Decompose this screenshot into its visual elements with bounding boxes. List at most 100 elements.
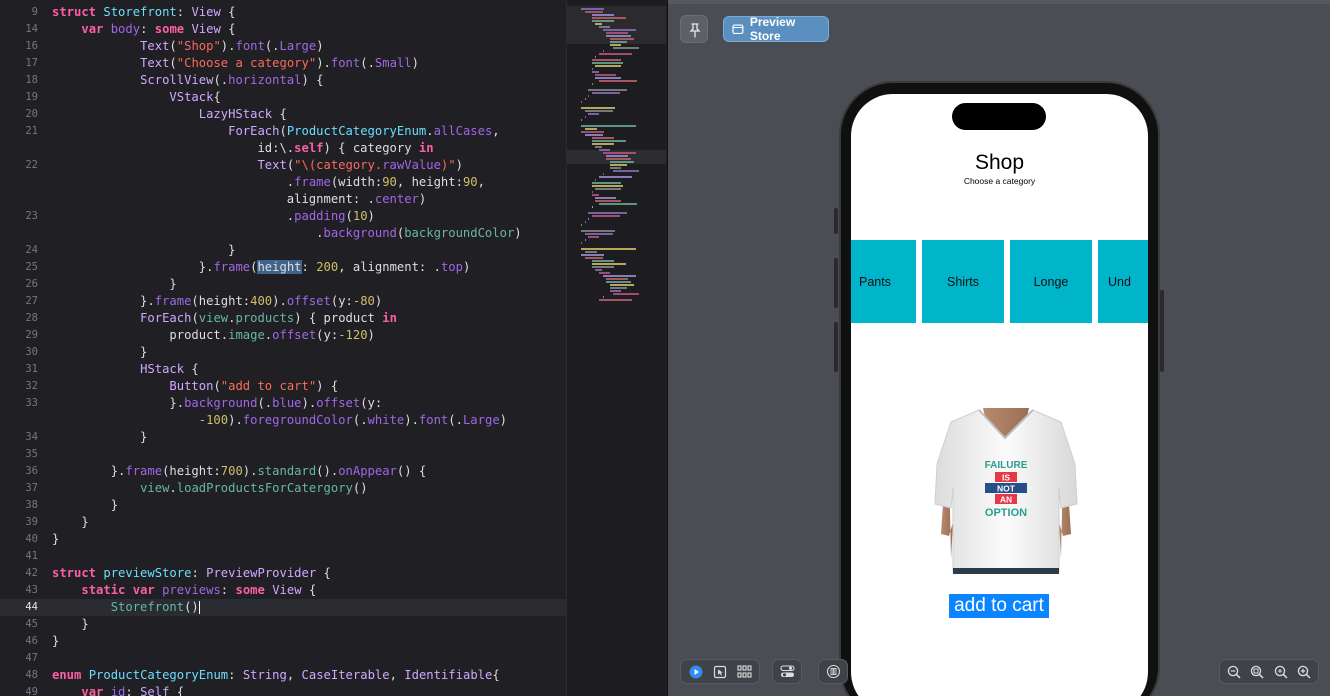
code-line[interactable]: .background(backgroundColor) [0,225,566,242]
line-number: 24 [25,244,38,256]
category-tile[interactable]: Shirts [922,240,1004,323]
variants-icon[interactable] [824,663,842,681]
code-text: Button("add to cart") { [169,379,339,393]
code-line[interactable]: 29 product.image.offset(y:-120) [0,327,566,344]
code-line[interactable]: 14 var body: some View { [0,21,566,38]
category-label: Und [1108,274,1131,289]
minimap-stroke [595,269,602,271]
code-line[interactable]: 39 } [0,514,566,531]
category-label: Shirts [947,274,979,289]
code-line[interactable]: 42 struct previewStore: PreviewProvider { [0,565,566,582]
code-line[interactable]: 17 Text("Choose a category").font(.Small… [0,55,566,72]
code-line[interactable]: 38 } [0,497,566,514]
code-line[interactable]: 30 } [0,344,566,361]
code-line[interactable]: 47 [0,650,566,667]
code-line[interactable]: 19 VStack{ [0,89,566,106]
code-text: .frame(width:90, height:90, [52,175,485,189]
code-line[interactable]: 37 view.loadProductsForCatergory() [0,480,566,497]
device-settings-icon[interactable] [778,663,796,681]
code-line[interactable]: id:\.self) { category in [0,140,566,157]
tshirt-print-line: FAILURE [985,460,1028,471]
zoom-100-icon[interactable] [1272,663,1290,681]
code-text: alignment: .center) [52,192,427,206]
zoom-in-icon[interactable] [1295,663,1313,681]
code-line[interactable]: 36 }.frame(height:700).standard().onAppe… [0,463,566,480]
code-text: -100).foregroundColor(.white).font(.Larg… [198,413,507,427]
minimap-stroke [591,260,615,262]
code-line[interactable]: 45 } [0,616,566,633]
code-line[interactable]: 32 Button("add to cart") { [0,378,566,395]
code-line[interactable]: 23 .padding(10) [0,208,566,225]
code-line[interactable]: 40} [0,531,566,548]
minimap-stroke [591,266,615,268]
preview-store-button[interactable]: Preview Store [723,15,829,43]
play-icon[interactable] [687,663,705,681]
code-text: } [52,617,89,631]
add-to-cart-button[interactable]: add to cart [949,594,1049,618]
line-number: 9 [31,6,38,18]
minimap-stroke [591,191,593,193]
code-line[interactable]: 35 [0,446,566,463]
line-number: 48 [25,669,38,681]
code-text: } [52,498,119,512]
code-line[interactable]: alignment: .center) [0,191,566,208]
code-line[interactable]: 28 ForEach(view.products) { product in [0,310,566,327]
code-line[interactable]: 49 var id: Self { [0,684,566,696]
line-number: 47 [25,652,38,664]
code-line[interactable]: 34 } [0,429,566,446]
minimap-stroke [588,212,627,214]
line-number: 37 [25,482,38,494]
minimap-stroke [591,182,622,184]
code-line[interactable]: 26 } [0,276,566,293]
code-text: Storefront() [110,600,200,614]
line-number: 19 [25,91,38,103]
grid-icon[interactable] [735,663,753,681]
code-editor[interactable]: 9 struct Storefront: View {14 var body: s… [0,0,566,696]
zoom-out-icon[interactable] [1225,663,1243,681]
code-line[interactable]: 18 ScrollView(.horizontal) { [0,72,566,89]
code-line[interactable]: 46} [0,633,566,650]
line-number: 49 [25,686,38,696]
code-line[interactable]: 43 static var previews: some View { [0,582,566,599]
code-line[interactable]: 48 enum ProductCategoryEnum: String, Case… [0,667,566,684]
code-line[interactable]: 24 } [0,242,566,259]
line-number: 35 [25,448,38,460]
minimap[interactable] [566,0,666,696]
minimap-stroke [584,128,598,130]
minimap-stroke [591,68,593,70]
code-line[interactable]: 16 Text("Shop").font(.Large) [0,38,566,55]
category-tile[interactable]: Und [1098,240,1148,323]
code-line[interactable]: 41 [0,548,566,565]
code-line[interactable]: 25 }.frame(height: 200, alignment: .top) [0,259,566,276]
code-line[interactable]: 21 ForEach(ProductCategoryEnum.allCases, [0,123,566,140]
minimap-stroke [595,197,617,199]
minimap-stroke [581,8,604,10]
code-text: ForEach(view.products) { product in [140,311,397,325]
code-line[interactable]: 9 struct Storefront: View { [0,4,566,21]
code-line[interactable]: 33 }.background(.blue).offset(y: [0,395,566,412]
code-line[interactable]: 22 Text("\(category.rawValue)") [0,157,566,174]
code-line[interactable]: 31 HStack { [0,361,566,378]
code-line[interactable]: 27 }.frame(height:400).offset(y:-80) [0,293,566,310]
pin-button[interactable] [680,15,708,43]
code-line[interactable]: -100).foregroundColor(.white).font(.Larg… [0,412,566,429]
code-text: Text("Choose a category").font(.Small) [140,56,419,70]
tshirt-print-line: IS [1002,473,1010,483]
category-tile[interactable]: Longe [1010,240,1092,323]
category-scroll-row[interactable]: Pants Shirts Longe Und [851,240,1148,323]
minimap-stroke [606,281,632,283]
minimap-stroke [599,176,633,178]
minimap-stroke [609,164,627,166]
code-line[interactable]: .frame(width:90, height:90, [0,174,566,191]
code-text: }.background(.blue).offset(y: [52,396,383,410]
code-line[interactable]: 20 LazyHStack { [0,106,566,123]
minimap-stroke [591,59,622,61]
minimap-stroke [581,119,582,121]
category-tile[interactable]: Pants [851,240,916,323]
code-line[interactable]: 44 Storefront() [0,599,566,616]
zoom-fit-icon[interactable] [1248,663,1266,681]
phone-action-button [834,208,838,234]
code-text: Text("\(category.rawValue)") [257,158,463,172]
code-text: }.frame(height: 200, alignment: .top) [52,260,471,274]
select-icon[interactable] [711,663,729,681]
